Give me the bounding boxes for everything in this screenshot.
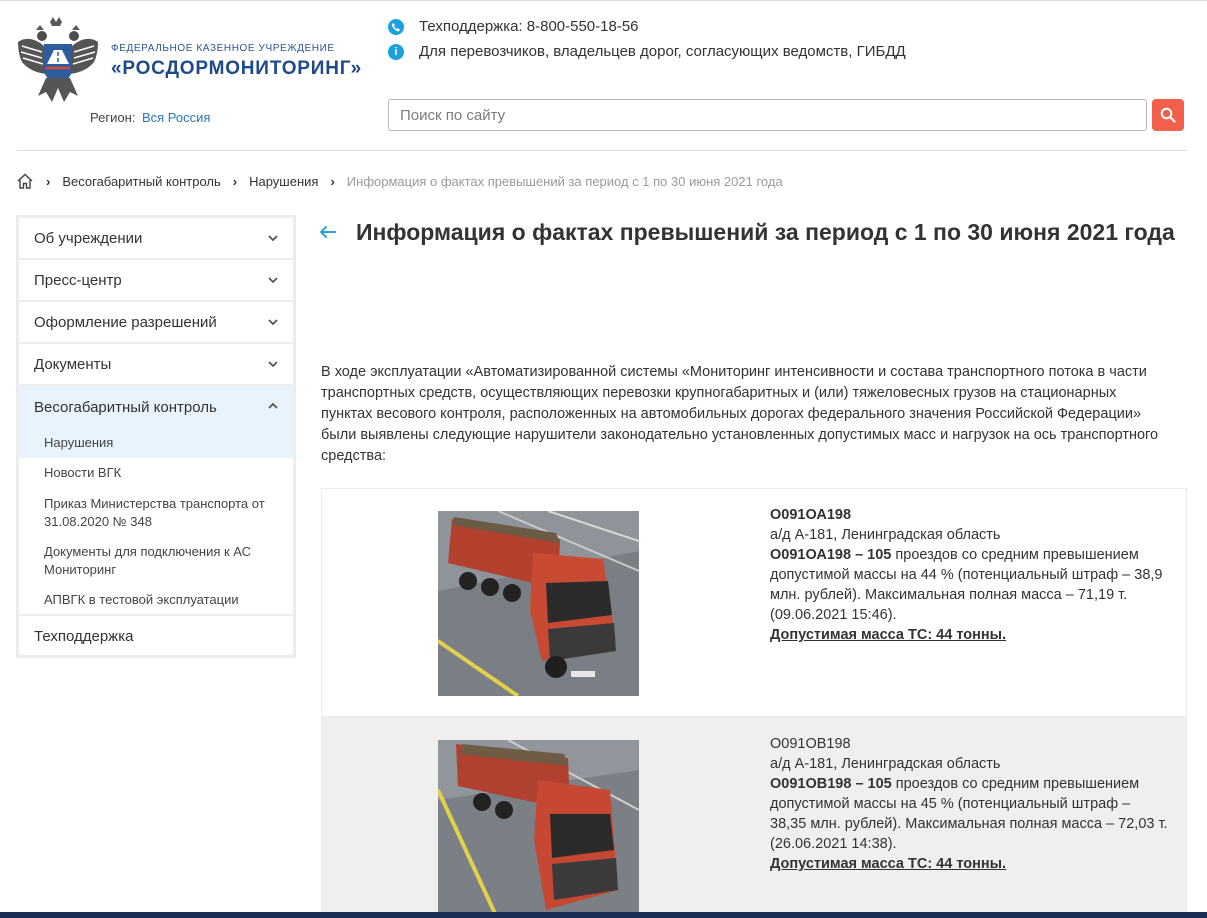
sidebar-item-label: Оформление разрешений xyxy=(34,313,217,331)
intro-text: В ходе эксплуатации «Автоматизированной … xyxy=(321,364,1159,464)
violation-card: О091ОВ198 а/д А-181, Ленинградская облас… xyxy=(321,717,1187,918)
bottom-bar xyxy=(0,912,1207,918)
search-icon xyxy=(1160,107,1176,123)
top-border xyxy=(0,0,1207,3)
sidebar-sub-news[interactable]: Новости ВГК xyxy=(44,464,274,482)
chevron-up-icon xyxy=(268,402,278,409)
chevron-down-icon xyxy=(268,277,278,284)
breadcrumb-separator: › xyxy=(330,173,335,189)
home-icon[interactable] xyxy=(16,172,34,190)
emblem-icon[interactable] xyxy=(16,16,100,106)
breadcrumb-current: Информация о фактах превышений за период… xyxy=(346,173,783,189)
sidebar-item-label: Об учреждении xyxy=(34,229,143,247)
violation-info: О091ОВ198 а/д А-181, Ленинградская облас… xyxy=(770,734,1170,874)
region-label: Регион: xyxy=(90,110,136,125)
sidebar-item-permits[interactable]: Оформление разрешений xyxy=(19,302,293,344)
support-text: Техподдержка: 8-800-550-18-56 xyxy=(419,18,639,35)
chevron-down-icon xyxy=(268,235,278,242)
mass-limit-link[interactable]: Допустимая масса ТС: 44 тонны. xyxy=(770,854,1170,874)
audience-info: i Для перевозчиков, владельцев дорог, со… xyxy=(388,43,906,60)
violation-info: О091ОА198 а/д А-181, Ленинградская облас… xyxy=(770,505,1170,645)
org-subtitle: Федеральное казенное учреждение xyxy=(111,43,335,54)
sidebar-item-label: Документы xyxy=(34,355,112,373)
sidebar-item-vgk[interactable]: Весогабаритный контроль xyxy=(19,386,293,428)
org-name[interactable]: «РОСДОРМОНИТОРИНГ» xyxy=(111,58,362,80)
sidebar-sub-connection-docs[interactable]: Документы для подключения к АС Мониторин… xyxy=(44,543,274,579)
road-location: а/д А-181, Ленинградская область xyxy=(770,527,1001,543)
audience-text[interactable]: Для перевозчиков, владельцев дорог, согл… xyxy=(419,43,906,60)
breadcrumb-separator: › xyxy=(232,173,238,189)
search-input[interactable] xyxy=(388,99,1147,131)
sidebar-sub-apvgk[interactable]: АПВГК в тестовой эксплуатации xyxy=(44,591,274,609)
road-location: а/д А-181, Ленинградская область xyxy=(770,756,1001,772)
sidebar-menu: Об учреждении Пресс-центр Оформление раз… xyxy=(16,215,296,658)
breadcrumb-vgk[interactable]: Весогабаритный контроль xyxy=(62,174,220,189)
violation-summary: О091ОВ198 – 105 проездов со средним прев… xyxy=(770,774,1170,854)
plate-count: О091ОА198 – 105 xyxy=(770,547,892,563)
sidebar-item-documents[interactable]: Документы xyxy=(19,344,293,386)
header-divider xyxy=(17,150,1187,151)
breadcrumb: › Весогабаритный контроль › Нарушения › … xyxy=(16,172,783,190)
chevron-down-icon xyxy=(268,361,278,368)
breadcrumb-violations[interactable]: Нарушения xyxy=(249,174,318,189)
sidebar-item-label: Весогабаритный контроль xyxy=(34,398,217,416)
vehicle-plate: О091ОВ198 xyxy=(770,736,851,752)
plate-count: О091ОВ198 – 105 xyxy=(770,776,892,792)
sidebar-item-label: Техподдержка xyxy=(34,627,134,645)
region-selector: Регион: Вся Россия xyxy=(90,110,210,125)
violation-summary: О091ОА198 – 105 проездов со средним прев… xyxy=(770,545,1170,625)
phone-icon xyxy=(388,18,404,35)
mass-limit-link[interactable]: Допустимая масса ТС: 44 тонны. xyxy=(770,625,1170,645)
search-button[interactable] xyxy=(1152,99,1184,131)
truck-photo[interactable] xyxy=(438,740,639,918)
region-link[interactable]: Вся Россия xyxy=(142,110,210,125)
sidebar-item-label: Пресс-центр xyxy=(34,271,122,289)
vehicle-plate: О091ОА198 xyxy=(770,507,852,523)
breadcrumb-separator: › xyxy=(46,173,51,189)
sidebar-sub-order[interactable]: Приказ Министерства транспорта от 31.08.… xyxy=(44,495,274,531)
sidebar-item-about[interactable]: Об учреждении xyxy=(19,218,293,260)
sidebar-item-press[interactable]: Пресс-центр xyxy=(19,260,293,302)
chevron-down-icon xyxy=(268,319,278,326)
back-arrow-icon[interactable] xyxy=(318,222,338,242)
truck-photo[interactable] xyxy=(438,511,639,696)
violation-card: О091ОА198 а/д А-181, Ленинградская облас… xyxy=(321,488,1187,717)
page-title: Информация о фактах превышений за период… xyxy=(356,219,1175,245)
support-phone: Техподдержка: 8-800-550-18-56 xyxy=(388,18,639,35)
info-icon: i xyxy=(388,43,404,60)
sidebar-sub-violations[interactable]: Нарушения xyxy=(44,434,274,452)
sidebar-item-support[interactable]: Техподдержка xyxy=(19,614,293,656)
